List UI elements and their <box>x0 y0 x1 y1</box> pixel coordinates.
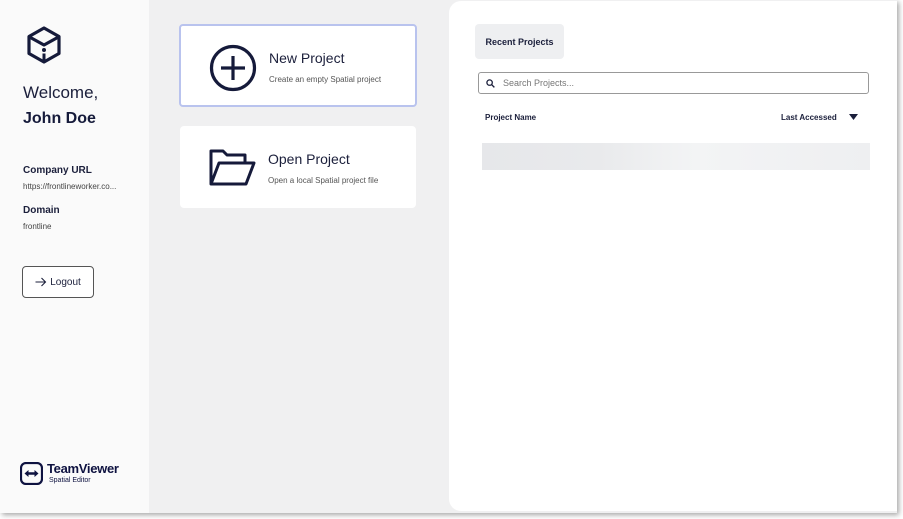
folder-open-icon <box>209 149 256 186</box>
spatial-cube-logo-icon <box>27 26 61 64</box>
column-header-project-name[interactable]: Project Name <box>485 113 536 122</box>
open-project-description: Open a local Spatial project file <box>268 176 379 185</box>
app-window: Welcome, John Doe Company URL https://fr… <box>0 0 897 513</box>
search-box[interactable] <box>478 72 869 94</box>
new-project-description: Create an empty Spatial project <box>269 75 382 84</box>
recent-projects-panel: Recent Projects Project Name Last Access… <box>449 1 897 511</box>
sidebar: Welcome, John Doe Company URL https://fr… <box>0 0 149 513</box>
welcome-text: Welcome, <box>23 83 99 102</box>
domain-label: Domain <box>23 205 60 216</box>
teamviewer-logo-icon <box>20 462 43 485</box>
company-url-label: Company URL <box>23 165 92 176</box>
brand-subtitle: Spatial Editor <box>49 477 91 484</box>
teamviewer-brand: TeamViewer Spatial Editor <box>20 462 119 485</box>
new-project-card[interactable]: New Project Create an empty Spatial proj… <box>179 24 417 107</box>
loading-placeholder-row <box>482 143 870 170</box>
brand-name: TeamViewer <box>47 461 119 476</box>
column-header-last-accessed[interactable]: Last Accessed <box>781 113 837 122</box>
company-url-value: https://frontlineworker.co... <box>23 182 117 191</box>
plus-circle-icon <box>209 44 257 92</box>
user-name: John Doe <box>23 110 96 127</box>
search-input[interactable] <box>503 78 868 88</box>
logout-label: Logout <box>50 276 81 288</box>
tab-recent-projects[interactable]: Recent Projects <box>475 24 564 59</box>
open-project-title: Open Project <box>268 151 350 167</box>
open-project-card[interactable]: Open Project Open a local Spatial projec… <box>180 126 416 208</box>
search-icon <box>486 78 495 88</box>
sort-caret-down-icon[interactable] <box>849 114 858 120</box>
logout-button[interactable]: Logout <box>22 266 94 298</box>
arrow-right-icon <box>35 277 47 287</box>
domain-value: frontline <box>23 222 52 231</box>
new-project-title: New Project <box>269 50 345 66</box>
